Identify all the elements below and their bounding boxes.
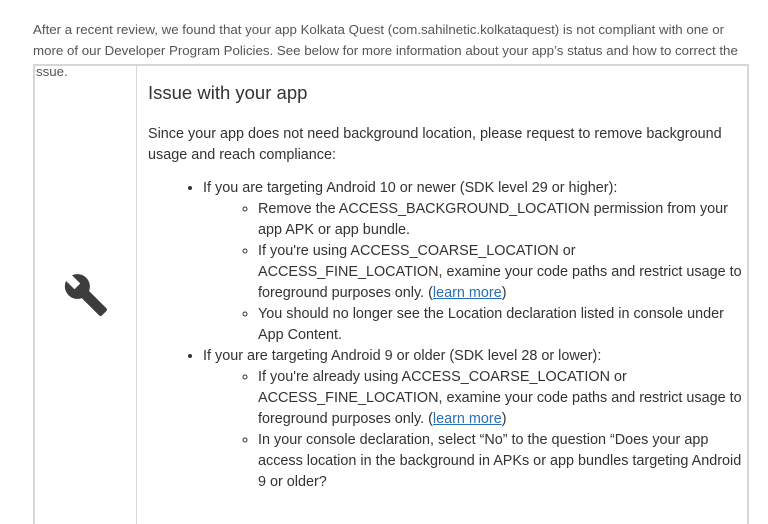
- list-item: If you're already using ACCESS_COARSE_LO…: [258, 367, 746, 430]
- list-item-android9: If your are targeting Android 9 or older…: [203, 346, 746, 493]
- item-paren: ): [501, 285, 507, 301]
- icon-column: [35, 66, 137, 524]
- issue-card: Issue with your app Since your app does …: [33, 64, 749, 524]
- issue-lead: Since your app does not need background …: [148, 126, 722, 163]
- list-item: Remove the ACCESS_BACKGROUND_LOCATION pe…: [258, 199, 746, 241]
- android9-label: If your are targeting Android 9 or older…: [203, 348, 602, 364]
- target-list: If you are targeting Android 10 or newer…: [148, 178, 746, 493]
- list-item: If you're using ACCESS_COARSE_LOCATION o…: [258, 241, 746, 304]
- list-item: You should no longer see the Location de…: [258, 304, 746, 346]
- android9-sublist: If you're already using ACCESS_COARSE_LO…: [203, 367, 746, 493]
- android10-sublist: Remove the ACCESS_BACKGROUND_LOCATION pe…: [203, 199, 746, 346]
- list-item: In your console declaration, select “No”…: [258, 430, 746, 493]
- list-item-android10: If you are targeting Android 10 or newer…: [203, 178, 746, 346]
- item-paren: ): [501, 411, 507, 427]
- learn-more-link[interactable]: learn more: [433, 285, 502, 301]
- wrench-icon: [64, 274, 108, 317]
- android10-label: If you are targeting Android 10 or newer…: [203, 180, 618, 196]
- issue-content: Issue with your app Since your app does …: [148, 66, 746, 493]
- learn-more-link[interactable]: learn more: [433, 411, 502, 427]
- issue-title: Issue with your app: [148, 82, 308, 103]
